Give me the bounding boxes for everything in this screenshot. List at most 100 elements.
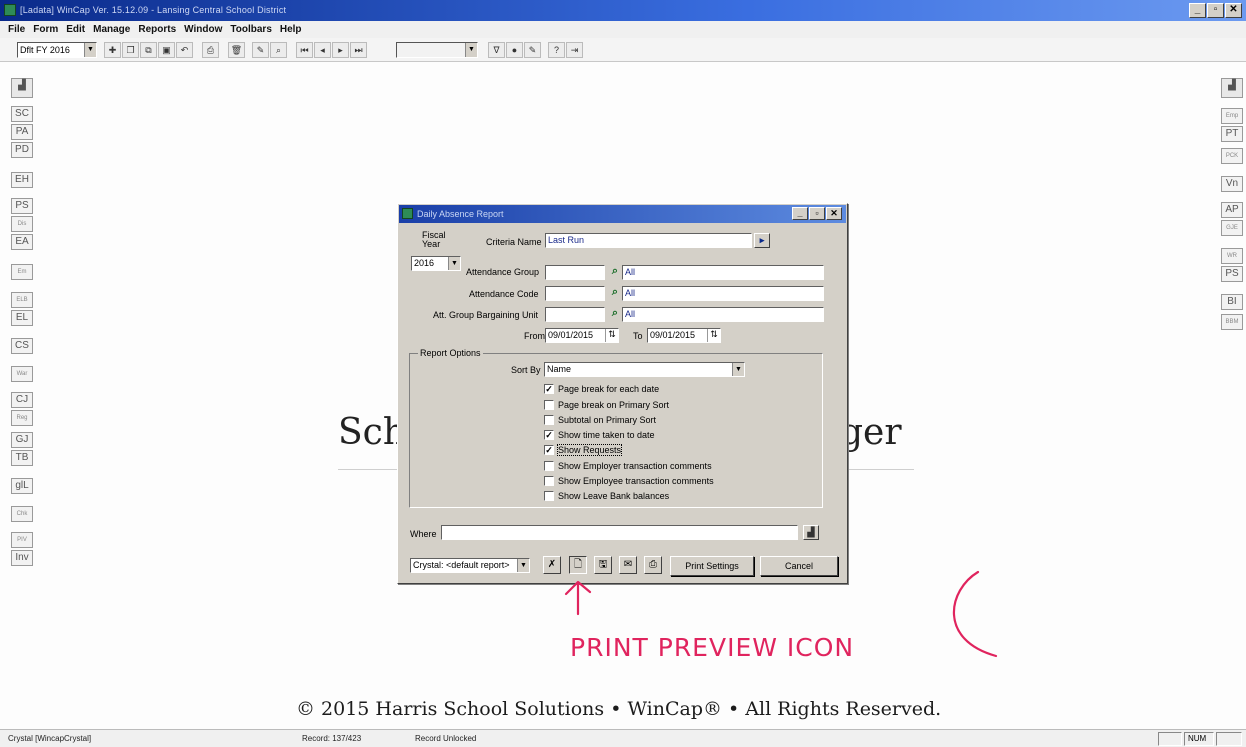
option-subtotal-primary-sort[interactable]: Subtotal on Primary Sort xyxy=(544,414,656,426)
help-icon[interactable]: ? xyxy=(548,42,565,58)
first-record-icon[interactable]: ⏮ xyxy=(296,42,313,58)
criteria-save-icon[interactable]: ▸ xyxy=(754,233,770,248)
module-em[interactable]: Em xyxy=(11,264,33,280)
option-show-time-taken[interactable]: ✓ Show time taken to date xyxy=(544,429,655,441)
module-bi[interactable]: BI xyxy=(1221,294,1243,310)
module-inv[interactable]: Inv xyxy=(11,550,33,566)
color-icon[interactable]: ● xyxy=(506,42,523,58)
menu-window[interactable]: Window xyxy=(180,24,226,35)
menu-help[interactable]: Help xyxy=(276,24,306,35)
option-leave-bank-balances[interactable]: Show Leave Bank balances xyxy=(544,490,669,502)
checkbox-checked[interactable]: ✓ xyxy=(544,430,554,440)
module-dis[interactable]: Dis xyxy=(11,216,33,232)
att-group-bu-code-input[interactable] xyxy=(545,307,605,322)
module-piv[interactable]: PIV xyxy=(11,532,33,548)
from-date-spin-icon[interactable]: ⇅ xyxy=(605,329,618,342)
undo-icon[interactable]: ↶ xyxy=(176,42,193,58)
save-icon[interactable]: ▣ xyxy=(158,42,175,58)
dialog-minimize-button[interactable]: _ xyxy=(792,207,808,220)
find-icon[interactable]: ⌕ xyxy=(270,42,287,58)
checkbox-unchecked[interactable] xyxy=(544,400,554,410)
output-format-select[interactable]: Crystal: <default report> ▼ xyxy=(410,558,530,573)
module-cs[interactable]: CS xyxy=(11,338,33,354)
new-record-icon[interactable]: ✚ xyxy=(104,42,121,58)
delete-icon[interactable]: 🗑 xyxy=(228,42,245,58)
module-cj[interactable]: CJ xyxy=(11,392,33,408)
module-gje[interactable]: GJE xyxy=(1221,220,1243,236)
from-date-input[interactable]: 09/01/2015 ⇅ xyxy=(545,328,619,343)
module-elb[interactable]: ELB xyxy=(11,292,33,308)
dialog-maximize-button[interactable]: ▫ xyxy=(809,207,825,220)
module-wr[interactable]: WR xyxy=(1221,248,1243,264)
menu-file[interactable]: File xyxy=(4,24,29,35)
module-ap[interactable]: AP xyxy=(1221,202,1243,218)
notes-icon[interactable]: ✎ xyxy=(524,42,541,58)
attendance-code-input[interactable]: All xyxy=(622,286,824,301)
module-pa[interactable]: PA xyxy=(11,124,33,140)
module-ps[interactable]: PS xyxy=(11,198,33,214)
print-icon[interactable]: ⎙ xyxy=(202,42,219,58)
menu-reports[interactable]: Reports xyxy=(134,24,180,35)
minimize-button[interactable]: _ xyxy=(1189,3,1206,18)
module-chk[interactable]: Chk xyxy=(11,506,33,522)
option-page-break-each-date[interactable]: ✓ Page break for each date xyxy=(544,383,659,395)
attendance-group-lookup-icon[interactable]: ⌕ xyxy=(608,265,622,279)
option-page-break-primary-sort[interactable]: Page break on Primary Sort xyxy=(544,399,669,411)
module-emp[interactable]: Emp xyxy=(1221,108,1243,124)
menu-form[interactable]: Form xyxy=(29,24,62,35)
to-date-input[interactable]: 09/01/2015 ⇅ xyxy=(647,328,721,343)
criteria-name-input[interactable]: Last Run xyxy=(545,233,752,248)
att-group-bu-input[interactable]: All xyxy=(622,307,824,322)
module-ps[interactable]: PS xyxy=(1221,266,1243,282)
toolbar-combo[interactable]: ▼ xyxy=(396,42,478,58)
checkbox-unchecked[interactable] xyxy=(544,415,554,425)
att-group-bu-lookup-icon[interactable]: ⌕ xyxy=(608,307,622,321)
module-gj[interactable]: GJ xyxy=(11,432,33,448)
attendance-code-lookup-icon[interactable]: ⌕ xyxy=(608,286,622,300)
menu-toolbars[interactable]: Toolbars xyxy=(226,24,275,35)
option-show-requests[interactable]: ✓ Show Requests xyxy=(544,444,623,456)
module-eh[interactable]: EH xyxy=(11,172,33,188)
attendance-group-code-input[interactable] xyxy=(545,265,605,280)
sort-by-select[interactable]: Name ▼ xyxy=(544,362,745,377)
fiscal-year-select[interactable]: Dflt FY 2016 ▼ xyxy=(17,42,97,58)
module-el[interactable]: EL xyxy=(11,310,33,326)
menu-manage[interactable]: Manage xyxy=(89,24,134,35)
attendance-group-input[interactable]: All xyxy=(622,265,824,280)
fiscal-year-select[interactable]: 2016 ▼ xyxy=(411,256,461,271)
checkbox-unchecked[interactable] xyxy=(544,461,554,471)
dialog-close-button[interactable]: ✕ xyxy=(826,207,842,220)
module-ea[interactable]: EA xyxy=(11,234,33,250)
module-sc[interactable]: SC xyxy=(11,106,33,122)
close-button[interactable]: ✕ xyxy=(1225,3,1242,18)
menu-edit[interactable]: Edit xyxy=(62,24,89,35)
module-war[interactable]: War xyxy=(11,366,33,382)
checkbox-unchecked[interactable] xyxy=(544,476,554,486)
prev-record-icon[interactable]: ◂ xyxy=(314,42,331,58)
duplicate-icon[interactable]: ⧉ xyxy=(140,42,157,58)
module-pt[interactable]: PT xyxy=(1221,126,1243,142)
where-builder-icon[interactable]: ▟ xyxy=(803,525,819,540)
to-date-spin-icon[interactable]: ⇅ xyxy=(707,329,720,342)
module-gll[interactable]: glL xyxy=(11,478,33,494)
module-pck[interactable]: PCK xyxy=(1221,148,1243,164)
module-bbm[interactable]: BBM xyxy=(1221,314,1243,330)
checkbox-unchecked[interactable] xyxy=(544,491,554,501)
module-vn[interactable]: Vn xyxy=(1221,176,1243,192)
copy-record-icon[interactable]: ❐ xyxy=(122,42,139,58)
option-employer-comments[interactable]: Show Employer transaction comments xyxy=(544,460,712,472)
module-chart-icon[interactable]: ▟ xyxy=(1221,78,1243,98)
option-employee-comments[interactable]: Show Employee transaction comments xyxy=(544,475,714,487)
filter-icon[interactable]: ∇ xyxy=(488,42,505,58)
exit-icon[interactable]: ⇥ xyxy=(566,42,583,58)
module-tb[interactable]: TB xyxy=(11,450,33,466)
next-record-icon[interactable]: ▸ xyxy=(332,42,349,58)
checkbox-checked[interactable]: ✓ xyxy=(544,384,554,394)
restore-button[interactable]: ▫ xyxy=(1207,3,1224,18)
last-record-icon[interactable]: ⏭ xyxy=(350,42,367,58)
attendance-code-code-input[interactable] xyxy=(545,286,605,301)
checkbox-checked[interactable]: ✓ xyxy=(544,445,554,455)
where-input[interactable] xyxy=(441,525,798,540)
module-chart-icon[interactable]: ▟ xyxy=(11,78,33,98)
module-reg[interactable]: Reg xyxy=(11,410,33,426)
